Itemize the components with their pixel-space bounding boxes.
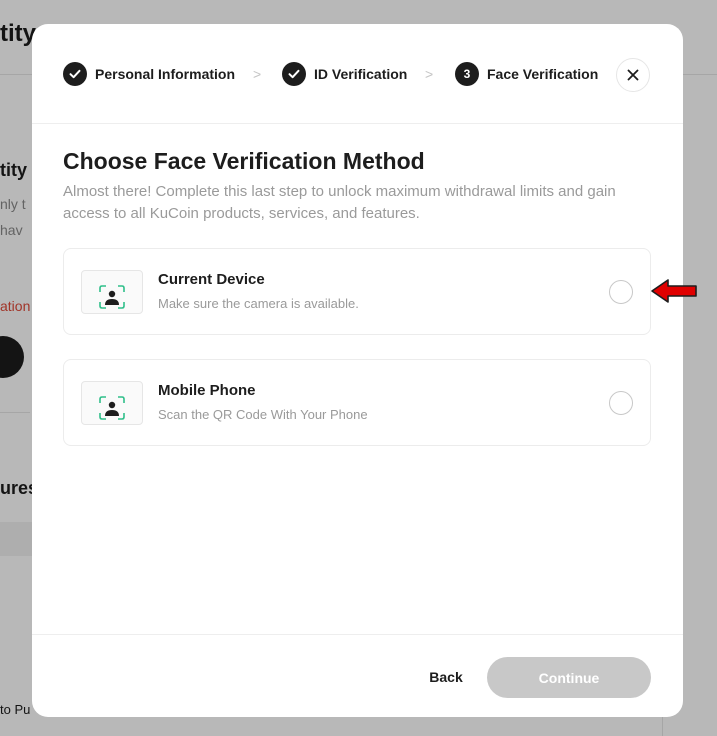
close-button[interactable] (616, 58, 650, 92)
close-icon (627, 69, 639, 81)
back-button[interactable]: Back (415, 666, 477, 688)
chevron-right-icon: > (425, 66, 434, 82)
red-arrow-icon (651, 279, 697, 303)
step-indicator: Personal Information > ID Verification >… (32, 24, 683, 124)
option-mobile-phone[interactable]: Mobile Phone Scan the QR Code With Your … (63, 359, 651, 446)
face-verification-modal: Personal Information > ID Verification >… (32, 24, 683, 717)
option-subtitle: Scan the QR Code With Your Phone (158, 407, 368, 422)
option-title: Mobile Phone (158, 382, 256, 399)
step-number: 3 (455, 62, 479, 86)
step-label: Personal Information (95, 66, 236, 82)
modal-description: Almost there! Complete this last step to… (63, 183, 616, 222)
chevron-right-icon: > (253, 66, 262, 82)
modal-footer: Back Continue (32, 634, 683, 717)
radio-mobile-phone[interactable] (609, 391, 633, 415)
continue-button[interactable]: Continue (487, 657, 651, 698)
step-face-verification: 3 Face Verification (455, 62, 598, 86)
modal-title: Choose Face Verification Method (63, 148, 425, 174)
check-icon (282, 62, 306, 86)
face-scan-icon (81, 270, 143, 314)
radio-current-device[interactable] (609, 280, 633, 304)
option-subtitle: Make sure the camera is available. (158, 296, 359, 311)
step-label: Face Verification (487, 66, 599, 82)
option-title: Current Device (158, 271, 265, 288)
face-scan-icon (81, 381, 143, 425)
step-personal-information: Personal Information (63, 62, 235, 86)
step-label: ID Verification (314, 66, 408, 82)
check-icon (63, 62, 87, 86)
option-current-device[interactable]: Current Device Make sure the camera is a… (63, 248, 651, 335)
step-id-verification: ID Verification (282, 62, 407, 86)
